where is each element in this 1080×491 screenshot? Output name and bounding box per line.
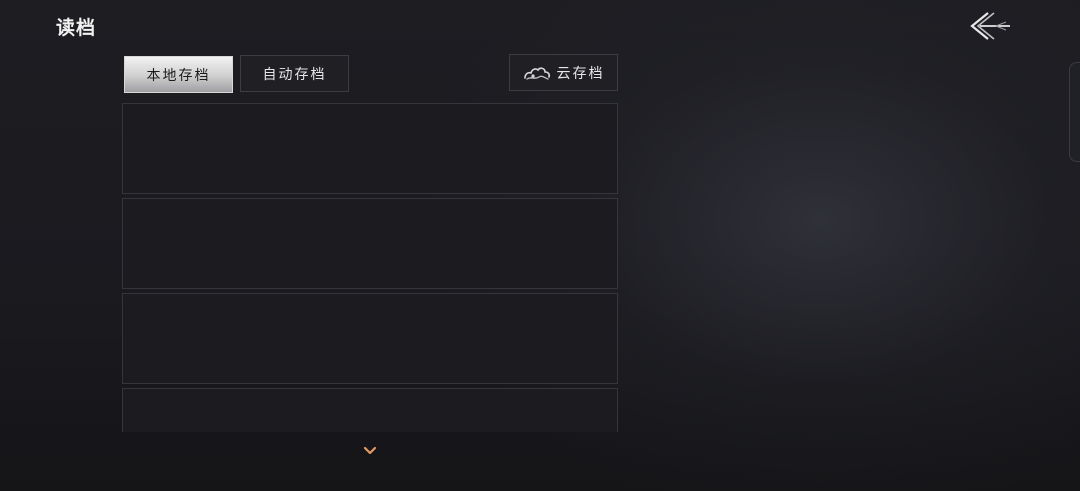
save-slot-4[interactable] [122, 388, 618, 432]
save-slot-3[interactable] [122, 293, 618, 384]
page-title: 读档 [56, 17, 97, 39]
cloud-save-label: 云存档 [556, 65, 605, 82]
tab-local-saves-label: 本地存档 [146, 67, 211, 84]
save-slot-list[interactable] [122, 103, 618, 432]
load-game-screen: 读档 本地存档 自动存档 云存档 [0, 0, 1080, 491]
save-slot-1[interactable] [122, 103, 618, 194]
back-arrow-icon [970, 12, 1010, 40]
tab-local-saves[interactable]: 本地存档 [124, 56, 233, 93]
back-button[interactable] [966, 10, 1012, 42]
save-slot-2[interactable] [122, 198, 618, 289]
tab-auto-saves[interactable]: 自动存档 [240, 55, 349, 92]
cloud-save-button[interactable]: 云存档 [509, 54, 618, 91]
tab-auto-saves-label: 自动存档 [262, 66, 327, 83]
cloud-icon [523, 66, 550, 80]
chevron-down-icon[interactable] [363, 446, 377, 456]
side-panel-handle[interactable] [1069, 62, 1080, 162]
